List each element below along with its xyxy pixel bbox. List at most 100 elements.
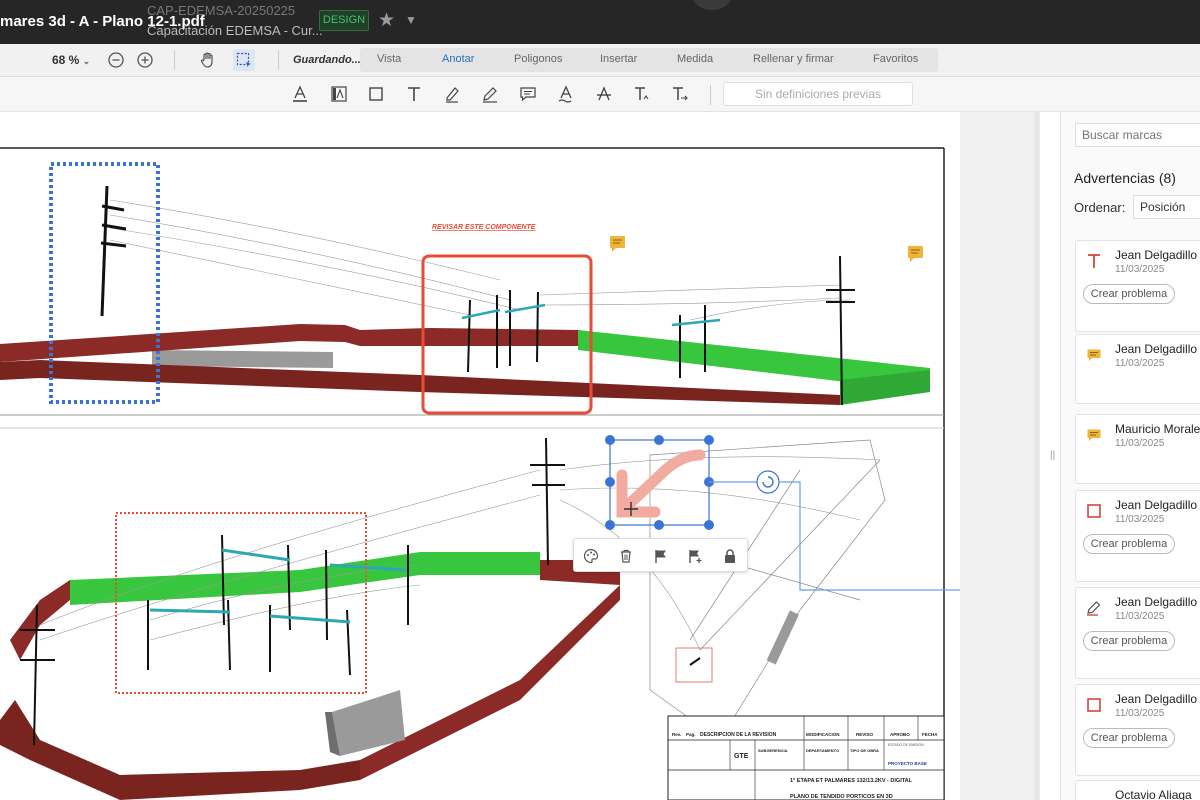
title-block: Rev. Pag. DESCRIPCION DE LA REVISION MOD…: [667, 715, 945, 800]
select-tool-button[interactable]: [233, 49, 255, 71]
style-button[interactable]: [582, 547, 600, 565]
markup-card[interactable]: Jean Delgadillo 11/03/2025 Crear problem…: [1075, 684, 1200, 776]
sort-select[interactable]: Posición: [1133, 195, 1200, 219]
tab-anotar[interactable]: Anotar: [442, 53, 474, 65]
create-issue-button[interactable]: Crear problema: [1083, 284, 1175, 304]
panel-title: Advertencias (8): [1074, 170, 1176, 186]
markup-context-toolbar: [573, 538, 748, 572]
panel-resize-handle[interactable]: ||: [1050, 450, 1055, 461]
zoom-out-button[interactable]: [107, 51, 125, 69]
rectangle-icon: [369, 87, 383, 101]
tab-rellenar-firmar[interactable]: Rellenar y firmar: [753, 53, 834, 65]
svg-text:Rev.: Rev.: [672, 732, 681, 737]
rectangle-tool[interactable]: [366, 84, 386, 104]
search-markups-input[interactable]: [1075, 123, 1200, 147]
annotation-toolbar: Sin definiciones previas: [0, 77, 1200, 112]
text-box-tool[interactable]: [329, 84, 349, 104]
flag-icon: [655, 550, 666, 563]
markup-author: Mauricio Morale: [1115, 422, 1200, 436]
underline-tool[interactable]: [556, 84, 576, 104]
warnings-count: (8): [1158, 170, 1176, 186]
flag-button[interactable]: [652, 547, 670, 565]
replace-text-tool[interactable]: [670, 84, 690, 104]
text-tool[interactable]: [404, 84, 424, 104]
comment-tool[interactable]: [518, 84, 538, 104]
svg-text:MODIFICACION: MODIFICACION: [806, 732, 840, 737]
comment-marker-icon[interactable]: [610, 236, 625, 252]
add-flag-button[interactable]: [686, 547, 704, 565]
tab-insertar[interactable]: Insertar: [600, 53, 637, 65]
chevron-down-icon[interactable]: ▼: [405, 13, 417, 27]
strikethrough-tool[interactable]: [594, 84, 614, 104]
svg-text:1° ETAPA ET PALMARES 132/13.2K: 1° ETAPA ET PALMARES 132/13.2KV - DIGITA…: [790, 778, 913, 784]
svg-text:GTE: GTE: [734, 753, 749, 760]
svg-text:DESCRIPCION DE LA REVISION: DESCRIPCION DE LA REVISION: [700, 732, 777, 738]
zoom-in-icon: [137, 52, 153, 68]
highlighter-tool[interactable]: [442, 84, 462, 104]
insert-text-tool[interactable]: [632, 84, 652, 104]
toolbar-divider: [278, 50, 279, 70]
svg-text:PROYECTO BASE: PROYECTO BASE: [888, 761, 927, 766]
markup-author: Jean Delgadillo: [1115, 692, 1198, 706]
chevron-down-icon: ⌄: [82, 56, 91, 66]
pdf-page[interactable]: REVISAR ESTE COMPONENTE Rev. Pag. DESCRI…: [0, 112, 960, 800]
create-issue-button[interactable]: Crear problema: [1083, 728, 1175, 748]
palette-icon: [583, 548, 599, 564]
document-scrollbar[interactable]: [1035, 112, 1039, 800]
selected-arrow-markup[interactable]: [605, 435, 714, 530]
pan-tool-button[interactable]: [198, 50, 218, 70]
ribbon-tabs: Vista Anotar Poligonos Insertar Medida R…: [360, 48, 938, 72]
markups-panel: Advertencias (8) Ordenar: Posición Jean …: [1060, 112, 1200, 800]
comment-marker-icon[interactable]: [908, 246, 923, 262]
tab-poligonos[interactable]: Poligonos: [514, 53, 562, 65]
lock-button[interactable]: [721, 547, 739, 565]
strikethrough-icon: [597, 86, 611, 101]
star-icon[interactable]: ★: [378, 9, 395, 32]
pen-tool[interactable]: [480, 84, 500, 104]
markup-card[interactable]: Jean Delgadillo 11/03/2025 Crear problem…: [1075, 240, 1200, 332]
avatar[interactable]: [692, 0, 732, 10]
rectangle-icon: [1087, 504, 1101, 518]
pen-icon: [1087, 601, 1101, 616]
main-toolbar: 68 % ⌄ Guardando... Vista Anotar Poligon…: [0, 44, 1200, 77]
title-bar: mares 3d - A - Plano 12-1.pdf CAP-EDEMSA…: [0, 0, 1200, 44]
markup-date: 11/03/2025: [1115, 514, 1165, 525]
text-color-icon: [293, 85, 307, 102]
markup-date: 11/03/2025: [1115, 438, 1165, 449]
document-viewport[interactable]: REVISAR ESTE COMPONENTE Rev. Pag. DESCRI…: [0, 112, 1040, 800]
rotate-handle-icon[interactable]: [709, 470, 780, 494]
zoom-in-button[interactable]: [136, 51, 154, 69]
bottom-view: Rev. Pag. DESCRIPCION DE LA REVISION MOD…: [0, 435, 960, 800]
tab-medida[interactable]: Medida: [677, 53, 713, 65]
saving-status: Guardando...: [293, 54, 361, 66]
svg-text:APROBO: APROBO: [890, 732, 910, 737]
toolbar-divider: [710, 85, 711, 105]
markup-card[interactable]: Jean Delgadillo 11/03/2025: [1075, 334, 1200, 404]
svg-text:DEPARTAMENTO: DEPARTAMENTO: [806, 748, 839, 753]
lock-icon: [725, 549, 735, 563]
app-window: mares 3d - A - Plano 12-1.pdf CAP-EDEMSA…: [0, 0, 1200, 800]
create-issue-button[interactable]: Crear problema: [1083, 631, 1175, 651]
tab-favoritos[interactable]: Favoritos: [873, 53, 918, 65]
project-code: CAP-EDEMSA-20250225: [147, 3, 296, 18]
zoom-select[interactable]: 68 % ⌄: [52, 53, 90, 67]
text-color-tool[interactable]: [290, 84, 310, 104]
delete-button[interactable]: [617, 547, 635, 565]
project-name[interactable]: Capacitación EDEMSA - Cur...: [147, 23, 323, 38]
markup-card[interactable]: Octavio Aliaga: [1075, 780, 1200, 800]
highlighter-icon: [446, 87, 459, 103]
trash-icon: [621, 549, 631, 563]
comment-icon: [1087, 349, 1101, 361]
drawing-canvas: REVISAR ESTE COMPONENTE Rev. Pag. DESCRI…: [0, 147, 960, 800]
markup-card[interactable]: Jean Delgadillo 11/03/2025 Crear problem…: [1075, 490, 1200, 582]
create-issue-button[interactable]: Crear problema: [1083, 534, 1175, 554]
insert-text-icon: [635, 87, 649, 100]
design-badge: DESIGN: [319, 10, 369, 31]
tab-vista[interactable]: Vista: [377, 53, 401, 65]
svg-text:PLANO DE TENDIDO PORTICOS EN 3: PLANO DE TENDIDO PORTICOS EN 3D: [790, 794, 893, 800]
presets-field[interactable]: Sin definiciones previas: [723, 82, 913, 106]
pen-icon: [483, 87, 497, 103]
markup-card[interactable]: Jean Delgadillo 11/03/2025 Crear problem…: [1075, 587, 1200, 679]
svg-text:TIPO DE OBRA: TIPO DE OBRA: [850, 748, 879, 753]
markup-card[interactable]: Mauricio Morale 11/03/2025: [1075, 414, 1200, 484]
